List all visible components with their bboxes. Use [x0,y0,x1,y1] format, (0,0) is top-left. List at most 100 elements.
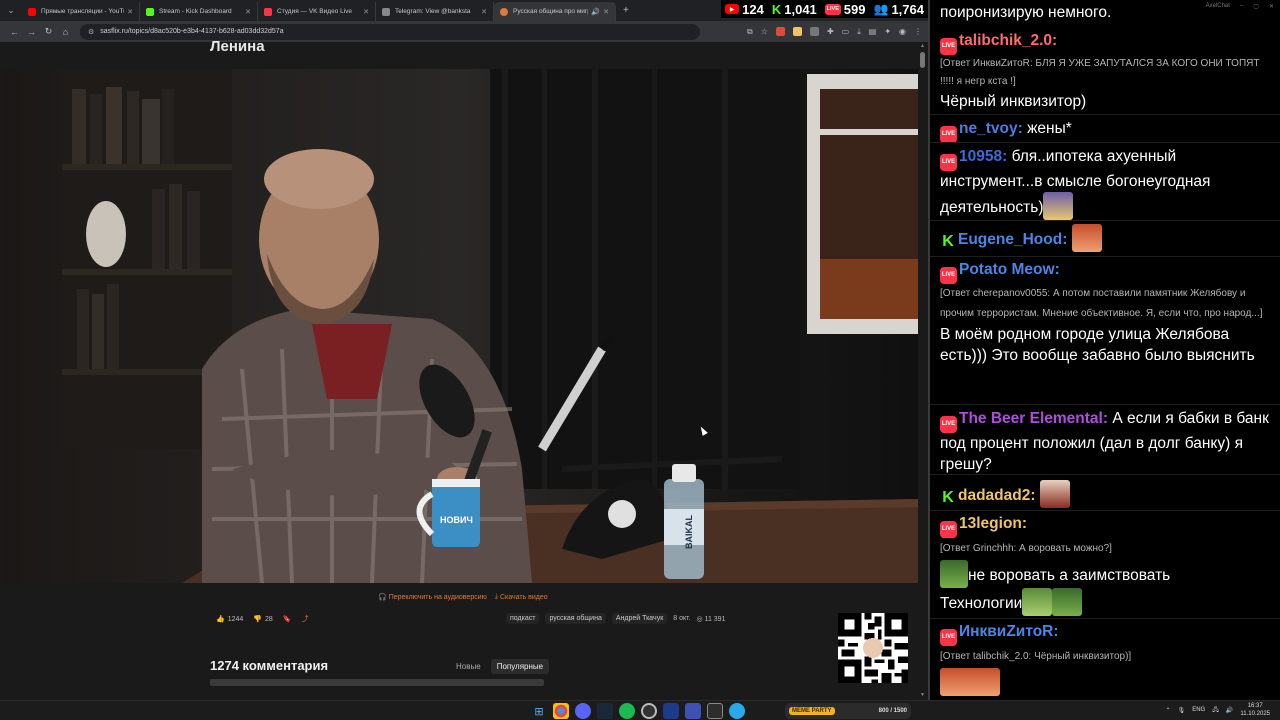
divider [930,142,1280,143]
window-app-icon[interactable] [707,703,723,719]
address-bar[interactable]: ⚙ sasflix.ru/topics/d8ac520b-e3b4-4137-b… [80,23,700,40]
obs-icon[interactable] [641,703,657,719]
sort-new-tab[interactable]: Новые [450,659,487,674]
chrome-icon[interactable] [553,703,569,719]
message-text: Чёрный инквизитор) [940,93,1087,110]
close-icon[interactable]: ✕ [245,8,251,16]
twitch-viewers: 👥 1,764 [874,2,925,17]
install-icon[interactable]: ⧉ [747,27,753,37]
author-name[interactable]: 10958: [959,148,1007,165]
extension-icon[interactable] [792,27,802,36]
clock-date: 11.10.2025 [1240,711,1270,717]
tab-current[interactable]: Русская община про миграции 🔊 ✕ [494,2,616,21]
tab-telegram[interactable]: Telegram: View @banksta ✕ [376,2,494,21]
author-name[interactable]: ne_tvoy: [959,120,1023,137]
switch-audio-link[interactable]: 🎧 Переключить на аудиоверсию [378,593,487,602]
microphone-icon[interactable]: 🎙 [1178,707,1186,714]
menu-icon[interactable]: ⋮ [914,27,922,36]
close-icon[interactable]: ✕ [603,8,609,16]
comment-input[interactable] [210,679,544,686]
tab-kick[interactable]: Stream - Kick Dashboard ✕ [140,2,258,21]
forward-icon[interactable]: → [23,27,40,37]
home-icon[interactable]: ⌂ [57,27,74,37]
sidebar-icon[interactable]: ▭ [842,27,850,36]
meme-party-widget[interactable]: MEME PARTY 800 / 1500 [785,703,911,719]
browser-window: ⌄ Прямые трансляции - YouTube ✕ Stream -… [0,0,928,700]
author-name[interactable]: The Beer Elemental: [959,410,1108,427]
network-icon[interactable]: 🖧 [1212,705,1219,715]
telegram-icon[interactable] [729,703,745,719]
author-name[interactable]: ИнквиZитоR: [959,623,1059,640]
back-icon[interactable]: ← [6,27,23,37]
divider [930,510,1280,511]
message-text: В моём родном городе улица Желябова есть… [940,326,1255,364]
new-tab-button[interactable]: + [623,5,629,16]
taskbar-apps: ⊞ [531,703,745,719]
share-button[interactable]: ⤴ [302,614,309,624]
author-name[interactable]: Potato Meow: [959,261,1060,278]
author-name[interactable]: Eugene_Hood: [958,231,1067,248]
close-icon[interactable]: ✕ [127,8,133,16]
toolbar-icons: ⧉ ☆ ✚ ▭ ⤓ ▤ ✦ ◉ ⋮ [747,27,922,37]
tab-vk[interactable]: Студия — VK Видео Live ✕ [258,2,376,21]
video-player[interactable]: НОВИЧ BAIKAL [2,69,918,583]
like-button[interactable]: 👍 1244 [216,615,243,624]
tab-label: Stream - Kick Dashboard [159,8,232,15]
author-name[interactable]: dadadad2: [958,487,1036,504]
spotify-icon[interactable] [619,703,635,719]
page-scrollbar[interactable]: ▲ ▼ [919,42,926,700]
steam-icon[interactable] [597,703,613,719]
telegram-icon [382,7,390,16]
download-video-link[interactable]: ⤓ Скачать видео [495,593,548,601]
download-icon[interactable]: ⤓ [857,27,861,37]
windows-start-icon[interactable]: ⊞ [531,703,547,719]
clock[interactable]: 16:37 11.10.2025 [1240,702,1270,718]
vk-viewers: LIVE 599 [824,2,866,17]
tag-chip[interactable]: подкаст [506,613,540,624]
sort-popular-tab[interactable]: Популярные [490,659,550,674]
scroll-up-icon[interactable]: ▲ [919,43,926,50]
frog-emote-icon [1052,588,1083,616]
tag-chip[interactable]: Андрей Ткачук [611,613,668,624]
view-count-value: 11 391 [704,615,726,623]
close-icon[interactable]: ✕ [481,8,487,16]
author-name[interactable]: talibchik_2.0: [959,32,1057,49]
tab-groups-icon[interactable]: ▤ [869,27,877,36]
bookmark-star-icon[interactable]: ☆ [761,27,768,36]
ai-icon[interactable]: ✦ [884,27,891,36]
message-text: жены* [1027,120,1072,137]
extension-icon[interactable] [775,27,785,36]
divider [930,114,1280,115]
extensions-puzzle-icon[interactable]: ✚ [827,27,834,36]
eye-icon: ◎ [696,615,703,623]
extension-icon[interactable] [809,27,819,36]
scroll-thumb[interactable] [920,52,925,68]
language-indicator[interactable]: ENG [1192,707,1205,713]
app-icon[interactable] [663,703,679,719]
widget-count: 800 / 1500 [878,708,907,714]
reload-icon[interactable]: ↻ [40,26,57,37]
kick-icon [146,7,154,16]
video-frame: НОВИЧ BAIKAL [2,69,918,583]
site-info-icon[interactable]: ⚙ [88,28,94,36]
volume-icon[interactable]: 🔊 [1226,707,1233,714]
dislike-button[interactable]: 👎 28 [253,615,273,624]
speaker-icon[interactable]: 🔊 [591,8,600,16]
profile-icon[interactable]: ◉ [899,27,906,36]
bookmark-button[interactable]: 🔖 [283,615,292,623]
captain-emote-icon [1039,480,1070,508]
video-app-icon[interactable] [685,703,701,719]
discord-icon[interactable] [575,703,591,719]
svg-text:BAIKAL: BAIKAL [684,515,694,549]
scroll-down-icon[interactable]: ▼ [919,692,926,699]
tray-chevron-icon[interactable]: ⌃ [1166,707,1171,714]
tag-chip[interactable]: русская община [545,613,606,624]
divider [930,474,1280,475]
author-name[interactable]: 13legion: [959,515,1027,532]
divider [930,256,1280,257]
tab-youtube[interactable]: Прямые трансляции - YouTube ✕ [22,2,140,21]
laughing-emote-icon [940,668,1000,696]
vk-live-icon: LIVE [940,38,957,55]
tab-search-icon[interactable]: ⌄ [4,4,18,18]
close-icon[interactable]: ✕ [363,8,369,16]
